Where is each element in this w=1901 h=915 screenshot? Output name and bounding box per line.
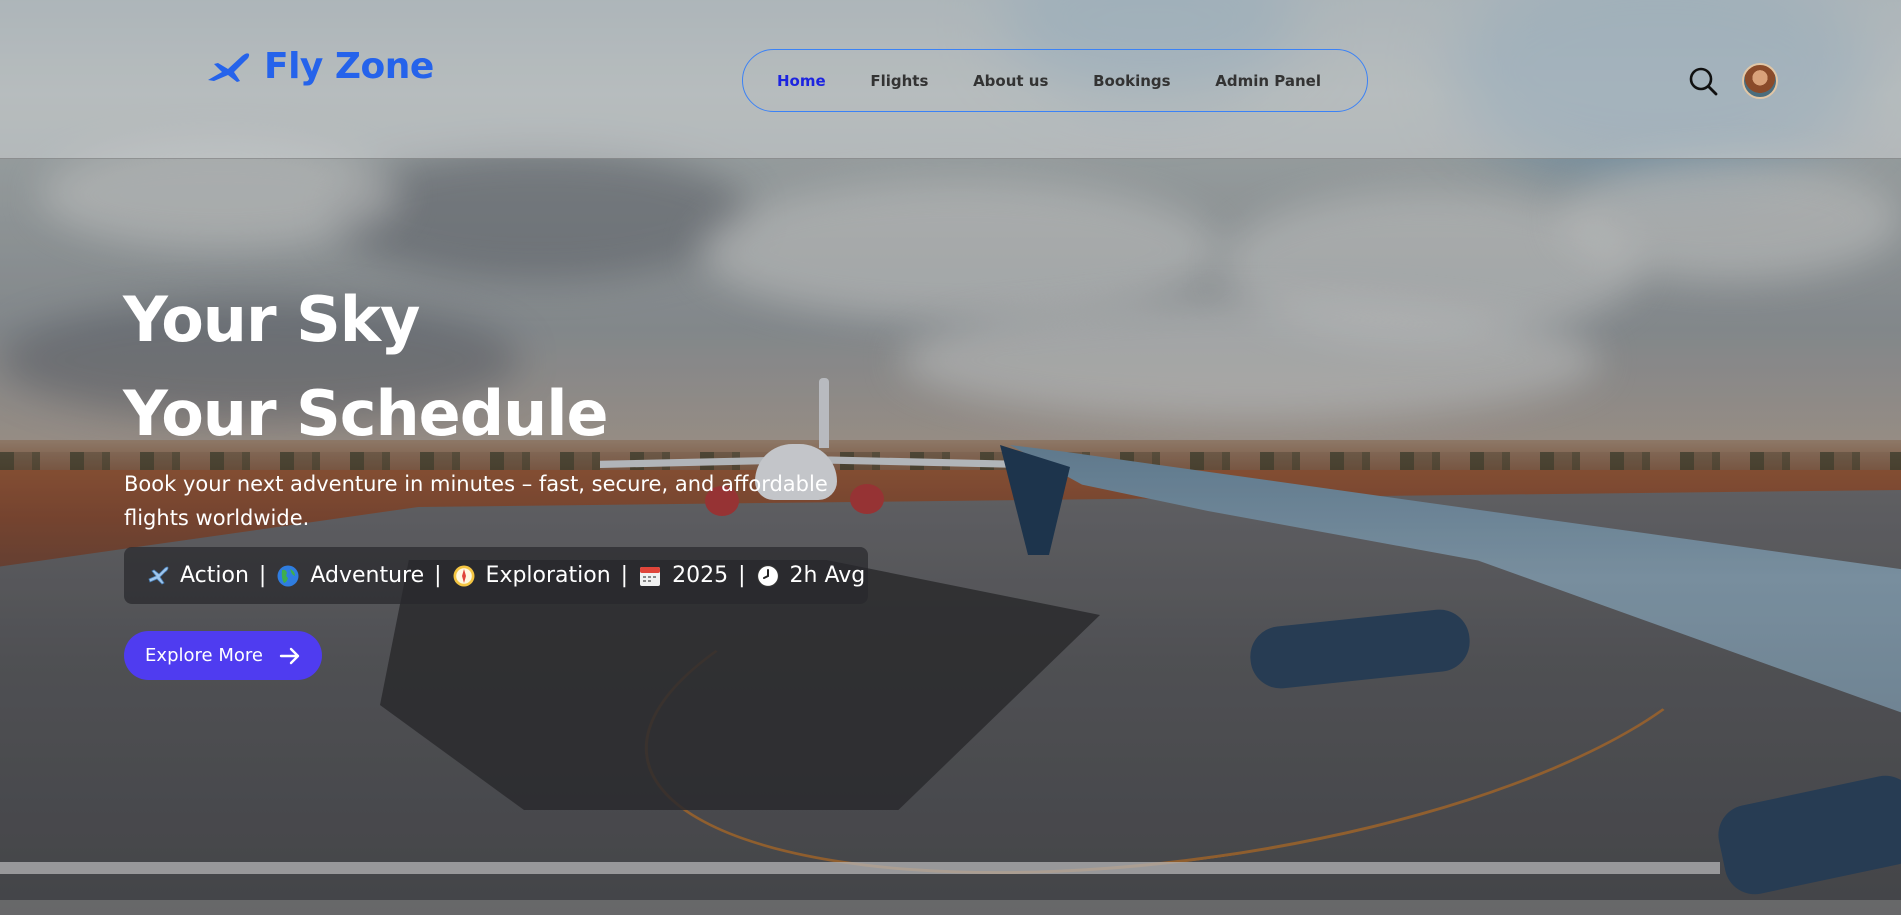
tag-separator: | [258,563,267,588]
tag-adventure: Adventure [276,563,424,588]
tag-year: 2025 [638,563,728,588]
nav-item-admin-panel[interactable]: Admin Panel [1215,72,1321,90]
tag-separator: | [620,563,629,588]
tag-label: Adventure [310,563,425,588]
main-nav: Home Flights About us Bookings Admin Pan… [742,49,1368,112]
brand-name: Fly Zone [264,46,434,87]
tag-label: Exploration [485,563,611,588]
tag-label: 2025 [672,563,729,588]
tag-exploration: Exploration [452,563,611,588]
hero-subtitle: Book your next adventure in minutes – fa… [124,472,828,530]
tag-label: 2h Avg [789,563,866,588]
hero-tags-bar: Action | Adventure | Exploration | 2025 … [124,547,868,604]
explore-more-label: Explore More [145,645,263,666]
hero-title: Your Sky Your Schedule [123,273,609,461]
arrow-right-icon [279,647,300,664]
site-header: Fly Zone Home Flights About us Bookings … [0,0,1901,159]
plane-icon [208,52,250,82]
globe-emoji-icon [277,565,299,586]
explore-more-button[interactable]: Explore More [124,631,322,680]
hero-title-line-1: Your Sky [123,283,420,356]
tag-action: Action [146,563,249,588]
search-icon[interactable] [1688,66,1718,96]
compass-emoji-icon [453,565,475,586]
airplane-emoji-icon [148,566,169,584]
hero-title-line-2: Your Schedule [123,377,609,450]
nav-item-flights[interactable]: Flights [870,72,928,90]
nav-item-home[interactable]: Home [777,72,826,90]
user-avatar[interactable] [1742,63,1778,99]
tag-separator: | [738,563,746,588]
tag-duration: 2h Avg [756,563,866,588]
brand-logo[interactable]: Fly Zone [206,46,434,87]
nav-item-about-us[interactable]: About us [973,72,1048,90]
clock-emoji-icon [756,564,779,587]
tag-separator: | [434,563,442,588]
tag-label: Action [180,563,249,588]
calendar-emoji-icon [640,566,661,586]
nav-item-bookings[interactable]: Bookings [1093,72,1171,90]
